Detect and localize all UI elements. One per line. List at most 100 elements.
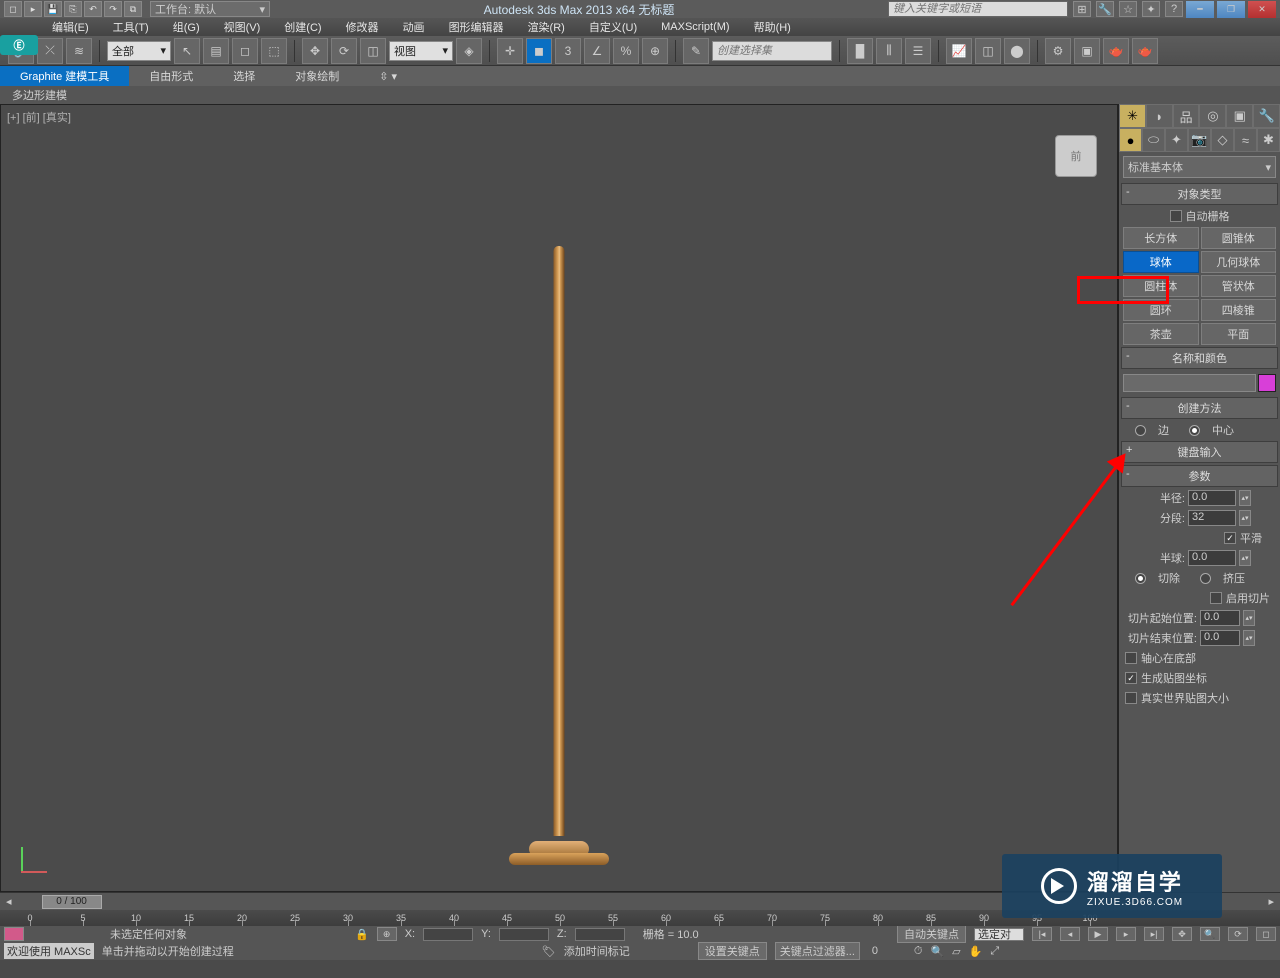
cp-cat-geometry-icon[interactable]: ●	[1119, 128, 1142, 152]
menu-create[interactable]: 创建(C)	[272, 19, 333, 35]
play-end-icon[interactable]: ▸|	[1144, 927, 1164, 941]
pivot-base-checkbox[interactable]	[1125, 652, 1137, 664]
nav-zoom-icon[interactable]: 🔍	[1200, 927, 1220, 941]
y-input[interactable]	[499, 928, 549, 941]
window-cross-icon[interactable]: ⬚	[261, 38, 287, 64]
qat-link[interactable]: ⧉	[124, 1, 142, 17]
autogrid-checkbox[interactable]	[1170, 210, 1182, 222]
curve-editor-icon[interactable]: 📈	[946, 38, 972, 64]
help-key-icon[interactable]: 🔧	[1096, 1, 1114, 17]
render-setup-icon[interactable]: ⚙	[1045, 38, 1071, 64]
manip-icon[interactable]: ✛	[497, 38, 523, 64]
play-start-icon[interactable]: |◂	[1032, 927, 1052, 941]
help-grid-icon[interactable]: ⊞	[1073, 1, 1091, 17]
menu-views[interactable]: 视图(V)	[212, 19, 273, 35]
max-button[interactable]: ❐	[1217, 1, 1245, 18]
x-input[interactable]	[423, 928, 473, 941]
min-button[interactable]: ━	[1186, 1, 1214, 18]
workspace-dropdown[interactable]: 工作台: 默认▾	[150, 1, 270, 17]
render-prod-icon[interactable]: 🫖	[1132, 38, 1158, 64]
btn-sphere[interactable]: 球体	[1123, 251, 1199, 273]
radio-chop[interactable]	[1135, 573, 1146, 584]
ribbon-tab-paint[interactable]: 对象绘制	[275, 66, 359, 86]
ribbon-tab-freeform[interactable]: 自由形式	[129, 66, 213, 86]
viewport[interactable]: [+] [前] [真实] 前	[0, 104, 1118, 892]
qat-save[interactable]: 💾	[44, 1, 62, 17]
cp-cat-helpers-icon[interactable]: ◇	[1211, 128, 1234, 152]
ribbon-tab-graphite[interactable]: Graphite 建模工具	[0, 66, 129, 86]
qat-redo[interactable]: ↷	[104, 1, 122, 17]
cp-cat-lights-icon[interactable]: ✦	[1165, 128, 1188, 152]
named-selection-input[interactable]	[712, 41, 832, 61]
qat-new[interactable]: ◻	[4, 1, 22, 17]
editnamed-icon[interactable]: ✎	[683, 38, 709, 64]
radius-input[interactable]: 0.0	[1188, 490, 1236, 506]
z-input[interactable]	[575, 928, 625, 941]
radio-edge[interactable]	[1135, 425, 1146, 436]
slice-on-checkbox[interactable]	[1210, 592, 1222, 604]
frame-input[interactable]: 0	[872, 945, 906, 957]
move-icon[interactable]: ✥	[302, 38, 328, 64]
nav-orbit-icon[interactable]: ⟳	[1228, 927, 1248, 941]
autokey-button[interactable]: 自动关键点	[897, 925, 966, 943]
play-prev-icon[interactable]: ◂	[1060, 927, 1080, 941]
smooth-checkbox[interactable]	[1224, 532, 1236, 544]
help-fav-icon[interactable]: ✦	[1142, 1, 1160, 17]
hemisphere-input[interactable]: 0.0	[1188, 550, 1236, 566]
slice-from-spinner[interactable]: ▴▾	[1243, 610, 1255, 626]
layer-icon[interactable]: ☰	[905, 38, 931, 64]
qat-saveall[interactable]: ⎘	[64, 1, 82, 17]
time-tag-icon[interactable]: 🏷	[542, 945, 556, 958]
cp-cat-systems-icon[interactable]: ✱	[1257, 128, 1280, 152]
segments-input[interactable]: 32	[1188, 510, 1236, 526]
cp-tab-hierarchy-icon[interactable]: 品	[1173, 104, 1200, 128]
menu-animation[interactable]: 动画	[391, 19, 437, 35]
nav-pan-icon[interactable]: ✥	[1172, 927, 1192, 941]
mirror-icon[interactable]: ▐▌	[847, 38, 873, 64]
menu-rendering[interactable]: 渲染(R)	[516, 19, 577, 35]
selected-key-dropdown[interactable]: 选定对	[974, 928, 1024, 941]
realworld-checkbox[interactable]	[1125, 692, 1137, 704]
menu-help[interactable]: 帮助(H)	[742, 19, 803, 35]
rollout-object-type[interactable]: -对象类型	[1121, 183, 1278, 205]
welcome-tab[interactable]: 欢迎使用 MAXSc	[4, 943, 94, 959]
angle-snap-icon[interactable]: ∠	[584, 38, 610, 64]
btn-box[interactable]: 长方体	[1123, 227, 1199, 249]
rollout-parameters[interactable]: -参数	[1121, 465, 1278, 487]
btn-pyramid[interactable]: 四棱锥	[1201, 299, 1277, 321]
align-icon[interactable]: ⫼	[876, 38, 902, 64]
select-icon[interactable]: ↖	[174, 38, 200, 64]
btn-plane[interactable]: 平面	[1201, 323, 1277, 345]
selection-filter[interactable]: 全部▾	[107, 41, 171, 61]
cp-tab-utilities-icon[interactable]: 🔧	[1253, 104, 1280, 128]
ribbon-panel-polymodel[interactable]: 多边形建模	[0, 86, 1280, 104]
play-next-icon[interactable]: ▸	[1116, 927, 1136, 941]
ref-coord-dropdown[interactable]: 视图▾	[389, 41, 453, 61]
help-icon[interactable]: ?	[1165, 1, 1183, 17]
cp-cat-spacewarps-icon[interactable]: ≈	[1234, 128, 1257, 152]
qat-undo[interactable]: ↶	[84, 1, 102, 17]
rollout-name-color[interactable]: -名称和颜色	[1121, 347, 1278, 369]
rect-select-icon[interactable]: ◻	[232, 38, 258, 64]
qat-open[interactable]: ▸	[24, 1, 42, 17]
abs-rel-icon[interactable]: ⊕	[377, 927, 397, 941]
nav-pan2-icon[interactable]: ✋	[969, 945, 983, 958]
cp-tab-create-icon[interactable]: ✳	[1119, 104, 1146, 128]
cp-tab-motion-icon[interactable]: ◎	[1199, 104, 1226, 128]
segments-spinner[interactable]: ▴▾	[1239, 510, 1251, 526]
spinner-snap-icon[interactable]: ⊕	[642, 38, 668, 64]
render-icon[interactable]: 🫖	[1103, 38, 1129, 64]
menu-group[interactable]: 组(G)	[161, 19, 212, 35]
menu-edit[interactable]: 编辑(E)	[40, 19, 101, 35]
slice-to-input[interactable]: 0.0	[1200, 630, 1240, 646]
time-config-icon[interactable]: ⏱	[914, 945, 923, 958]
viewport-label[interactable]: [+] [前] [真实]	[7, 109, 71, 125]
object-name-input[interactable]	[1123, 374, 1256, 392]
schematic-icon[interactable]: ◫	[975, 38, 1001, 64]
app-menu-icon[interactable]: Ⓔ	[0, 35, 38, 55]
add-time-tag[interactable]: 添加时间标记	[564, 943, 630, 959]
pivot-icon[interactable]: ◈	[456, 38, 482, 64]
menu-customize[interactable]: 自定义(U)	[577, 19, 649, 35]
nav-fov-icon[interactable]: ▱	[952, 945, 960, 958]
gen-uv-checkbox[interactable]	[1125, 672, 1137, 684]
